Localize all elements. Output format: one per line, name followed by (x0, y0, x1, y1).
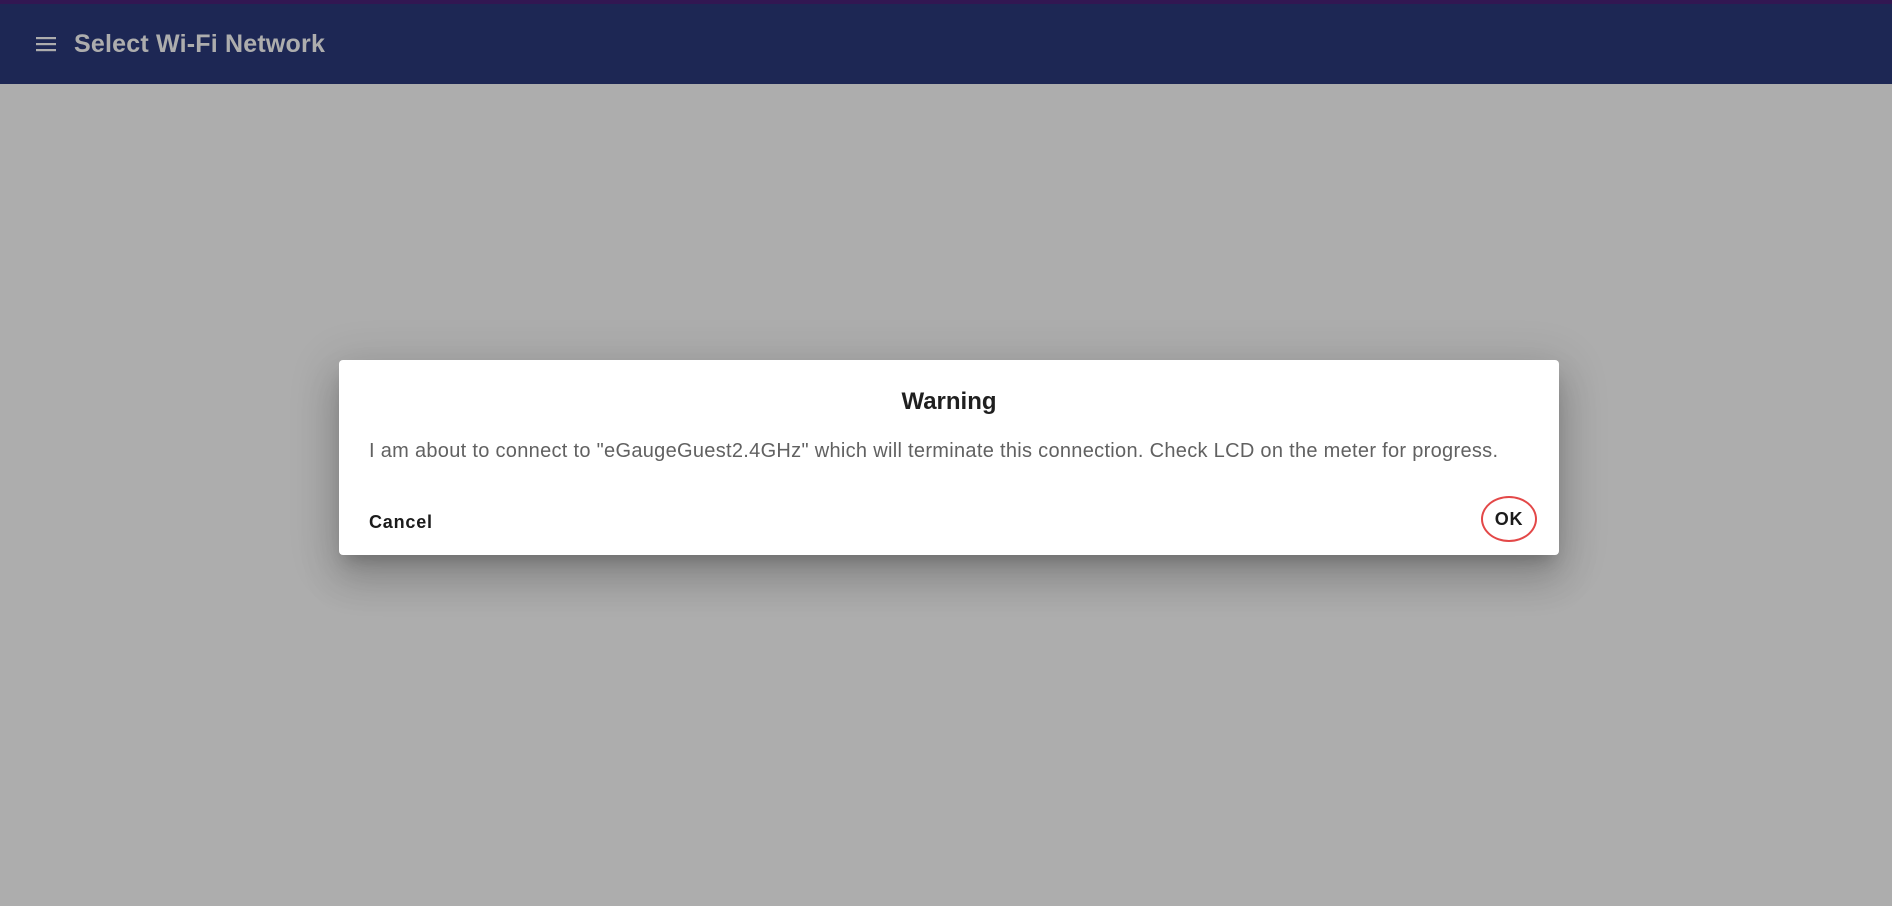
dialog-title: Warning (901, 388, 997, 415)
ok-button[interactable]: OK (1481, 496, 1537, 542)
cancel-button[interactable]: Cancel (369, 510, 433, 534)
dialog-message: I am about to connect to "eGaugeGuest2.4… (369, 440, 1499, 462)
warning-dialog: Warning I am about to connect to "eGauge… (339, 360, 1559, 555)
